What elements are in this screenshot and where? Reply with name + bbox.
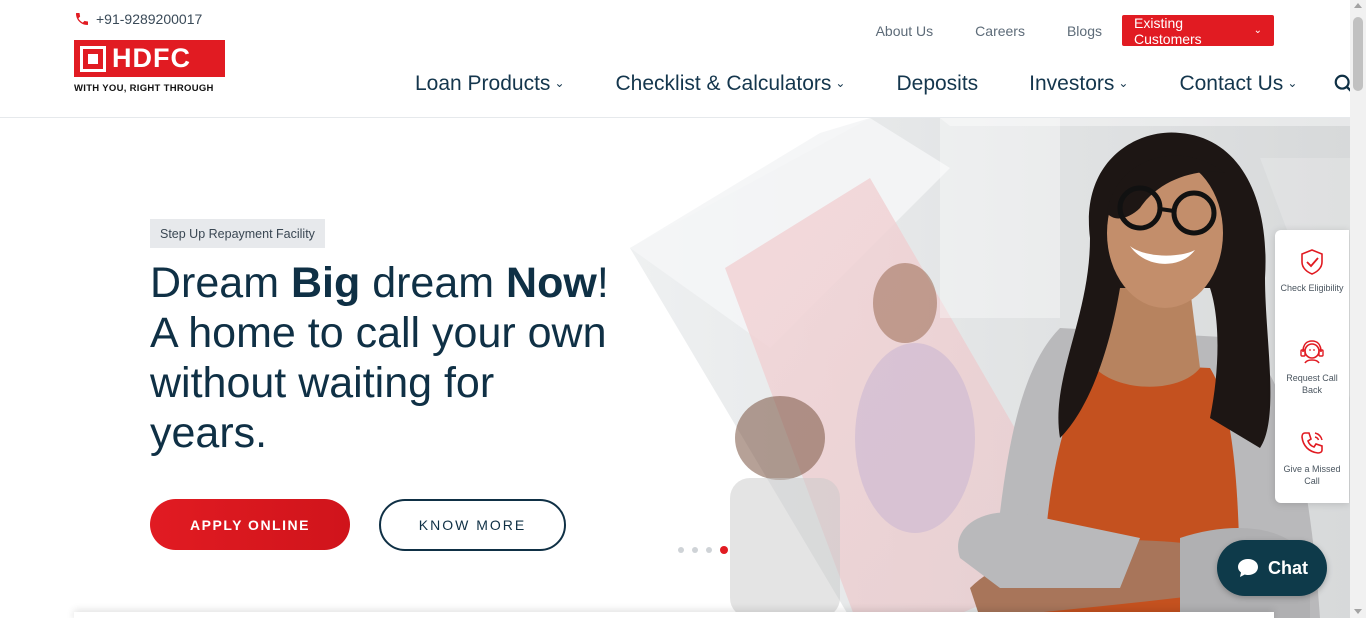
headline-text: Dream — [150, 259, 291, 307]
carousel-dot[interactable] — [678, 547, 684, 553]
hero-banner: Step Up Repayment Facility Dream Big dre… — [0, 118, 1350, 618]
logo-box: HDFC — [74, 40, 225, 77]
carousel-dot[interactable] — [706, 547, 712, 553]
headline-text: dream — [360, 259, 507, 307]
existing-customers-button[interactable]: Existing Customers ⌄ — [1122, 14, 1274, 47]
chevron-down-icon: ⌄ — [1287, 76, 1298, 90]
content-card-edge — [74, 612, 1274, 618]
check-eligibility-label: Check Eligibility — [1280, 283, 1344, 293]
give-missed-call-label: Give a Missed Call — [1283, 464, 1341, 486]
quick-actions-panel: Check Eligibility Request Call Back Give… — [1275, 230, 1349, 503]
nav-investors[interactable]: Investors ⌄ — [1029, 72, 1128, 96]
carousel-dot[interactable] — [692, 547, 698, 553]
carousel-dots — [678, 546, 728, 554]
nav-label: Deposits — [896, 72, 979, 95]
main-nav: Loan Products ⌄ Checklist & Calculators … — [415, 72, 1355, 96]
logo-tagline: WITH YOU, RIGHT THROUGH — [74, 83, 214, 94]
existing-customers-label: Existing Customers — [1134, 14, 1202, 47]
chevron-down-icon: ⌄ — [835, 76, 846, 90]
top-link-careers[interactable]: Careers — [975, 23, 1025, 39]
logo-mark-icon — [80, 45, 106, 72]
phone-contact[interactable]: +91-9289200017 — [74, 11, 202, 27]
phone-number: +91-9289200017 — [96, 11, 203, 27]
scroll-up-arrow-icon[interactable] — [1354, 3, 1362, 8]
headline-bold: Now — [506, 259, 597, 307]
phone-icon — [76, 13, 88, 25]
scroll-down-arrow-icon[interactable] — [1354, 609, 1362, 614]
top-links: About Us Careers Blogs Existing Customer… — [876, 14, 1274, 47]
request-call-back-label: Request Call Back — [1286, 373, 1338, 395]
apply-online-button[interactable]: APPLY ONLINE — [150, 499, 350, 550]
nav-label: Loan Products — [415, 72, 551, 95]
know-more-button[interactable]: KNOW MORE — [379, 499, 566, 551]
nav-loan-products[interactable]: Loan Products ⌄ — [415, 72, 565, 96]
chevron-down-icon: ⌄ — [1118, 76, 1129, 90]
top-link-about-us[interactable]: About Us — [876, 23, 934, 39]
support-agent-icon — [1300, 340, 1324, 364]
nav-label: Contact Us — [1179, 72, 1284, 95]
hero-badge: Step Up Repayment Facility — [150, 219, 325, 248]
nav-contact-us[interactable]: Contact Us ⌄ — [1179, 72, 1297, 96]
hero-headline: Dream Big dream Now! A home to call your… — [150, 258, 610, 458]
scroll-thumb[interactable] — [1353, 17, 1363, 91]
nav-checklist-calculators[interactable]: Checklist & Calculators ⌄ — [616, 72, 846, 96]
request-call-back-button[interactable]: Request Call Back — [1275, 338, 1349, 396]
phone-ringing-icon — [1301, 432, 1323, 454]
top-link-blogs[interactable]: Blogs — [1067, 23, 1102, 39]
chat-label: Chat — [1268, 557, 1308, 578]
shield-check-icon — [1301, 249, 1323, 275]
nav-deposits[interactable]: Deposits — [896, 72, 978, 96]
site-header: +91-9289200017 HDFC WITH YOU, RIGHT THRO… — [0, 0, 1354, 118]
logo-text: HDFC — [112, 43, 191, 73]
chevron-down-icon: ⌄ — [554, 76, 565, 90]
check-eligibility-button[interactable]: Check Eligibility — [1275, 248, 1349, 294]
chat-button[interactable]: Chat — [1217, 540, 1327, 596]
nav-label: Checklist & Calculators — [615, 72, 832, 95]
chevron-down-icon: ⌄ — [1253, 25, 1262, 36]
carousel-dot-active[interactable] — [720, 546, 728, 554]
give-missed-call-button[interactable]: Give a Missed Call — [1275, 429, 1349, 487]
hdfc-logo[interactable]: HDFC WITH YOU, RIGHT THROUGH — [74, 40, 226, 94]
page-scrollbar[interactable] — [1350, 0, 1366, 618]
nav-label: Investors — [1029, 72, 1115, 95]
chat-bubble-icon — [1238, 559, 1258, 577]
headline-bold: Big — [290, 259, 361, 307]
headline-text: ! — [596, 259, 609, 307]
headline-line2: A home to call your own without waiting … — [150, 309, 607, 457]
